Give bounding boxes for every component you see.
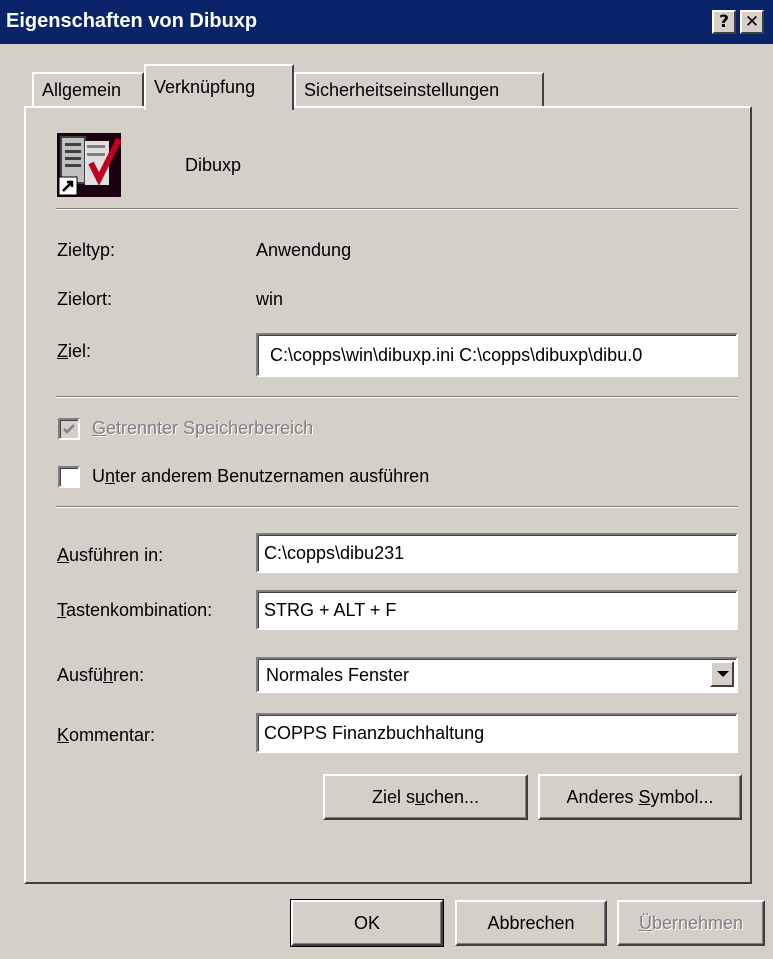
tab-sicherheitseinstellungen[interactable]: Sicherheitseinstellungen — [294, 72, 544, 108]
separate-memory-accesskey: G — [92, 418, 107, 438]
run-as-other-user-label: Unter anderem Benutzernamen ausführen — [92, 466, 429, 487]
ziel-input-value: C:\copps\win\dibuxp.ini C:\copps\dibuxp\… — [270, 345, 643, 365]
tab-verknuepfung[interactable]: Verknüpfung — [144, 64, 294, 110]
app-name: Dibuxp — [185, 155, 242, 175]
zielort-value: win — [256, 289, 284, 309]
find-target-button[interactable]: Ziel suchen... — [323, 774, 528, 820]
zieltyp-label: Zieltyp: — [57, 240, 116, 260]
run-as-accesskey: n — [105, 466, 116, 486]
tastenkombination-value: STRG + ALT + F — [264, 600, 397, 620]
separator — [56, 506, 738, 508]
separate-memory-checkbox[interactable] — [58, 418, 80, 440]
run-as-other-user-checkbox[interactable] — [58, 466, 80, 488]
window-title: Eigenschaften von Dibuxp — [6, 10, 258, 32]
find-target-text-rest: chen... — [424, 787, 480, 807]
ziel-label-accesskey: Z — [57, 341, 68, 361]
ziel-label: Ziel: — [57, 341, 91, 362]
run-as-text-pre: U — [92, 466, 105, 486]
separate-memory-text: etrennter Speicherbereich — [106, 418, 314, 438]
separator — [56, 208, 738, 210]
kommentar-accesskey: K — [57, 725, 70, 745]
ausfuehren-in-input[interactable]: C:\copps\dibu231 — [256, 533, 738, 573]
tastenkombination-label: Tastenkombination: — [57, 600, 212, 621]
change-icon-text-pre: Anderes — [566, 787, 639, 807]
help-button[interactable]: ? — [712, 10, 736, 34]
kommentar-label: Kommentar: — [57, 725, 155, 746]
check-icon — [63, 424, 75, 434]
separator — [56, 396, 738, 398]
ausfuehren-text-pre: Ausfü — [57, 665, 104, 685]
separate-memory-label: Getrennter Speicherbereich — [92, 418, 313, 439]
tab-label: Allgemein — [42, 80, 122, 100]
kommentar-text: ommentar: — [69, 725, 156, 745]
ausfuehren-label: Ausführen: — [57, 665, 144, 686]
title-bar[interactable]: Eigenschaften von Dibuxp ? ✕ — [0, 0, 773, 44]
change-icon-text-rest: ymbol... — [650, 787, 714, 807]
close-icon: ✕ — [744, 12, 760, 32]
change-icon-button[interactable]: Anderes Symbol... — [538, 774, 742, 820]
change-icon-accesskey: S — [638, 787, 651, 807]
cancel-button[interactable]: Abbrechen — [455, 900, 607, 946]
kommentar-input[interactable]: COPPS Finanzbuchhaltung — [256, 713, 738, 753]
app-icon — [57, 133, 122, 197]
ok-button[interactable]: OK — [290, 899, 444, 947]
tastenkombination-input[interactable]: STRG + ALT + F — [256, 590, 738, 630]
cancel-label: Abbrechen — [487, 913, 575, 933]
dropdown-arrow-icon[interactable] — [710, 661, 734, 687]
find-target-text-pre: Ziel s — [371, 787, 415, 807]
kommentar-value: COPPS Finanzbuchhaltung — [264, 723, 485, 743]
tastenkombination-text: astenkombination: — [66, 600, 213, 620]
zieltyp-value: Anwendung — [256, 240, 352, 260]
ausfuehren-in-label: Ausführen in: — [57, 545, 163, 566]
ziel-input[interactable]: C:\copps\win\dibuxp.ini C:\copps\dibuxp\… — [256, 333, 738, 377]
ok-label: OK — [353, 913, 380, 933]
close-button[interactable]: ✕ — [740, 10, 764, 34]
ausfuehren-text-rest: ren: — [113, 665, 145, 685]
ausfuehren-in-accesskey: A — [57, 545, 70, 565]
tab-panel — [24, 106, 752, 884]
ausfuehren-select[interactable]: Normales Fenster — [256, 657, 738, 693]
tab-label: Sicherheitseinstellungen — [304, 80, 500, 100]
zielort-label: Zielort: — [57, 289, 113, 309]
tab-label: Verknüpfung — [154, 77, 256, 97]
apply-label: bernehmen — [651, 913, 744, 933]
tab-allgemein[interactable]: Allgemein — [32, 72, 144, 108]
ausfuehren-in-text: usführen in: — [69, 545, 164, 565]
ziel-label-text: iel: — [68, 341, 92, 361]
find-target-accesskey: u — [414, 787, 425, 807]
apply-accesskey: Ü — [638, 913, 652, 933]
run-as-text-rest: ter anderem Benutzernamen ausführen — [115, 466, 430, 486]
help-icon: ? — [719, 12, 729, 32]
tastenkombination-accesskey: T — [57, 600, 66, 620]
ausfuehren-in-value: C:\copps\dibu231 — [264, 543, 405, 563]
ausfuehren-selected-value: Normales Fenster — [266, 665, 410, 685]
apply-button[interactable]: Übernehmen — [617, 900, 765, 946]
ausfuehren-accesskey: h — [103, 665, 114, 685]
